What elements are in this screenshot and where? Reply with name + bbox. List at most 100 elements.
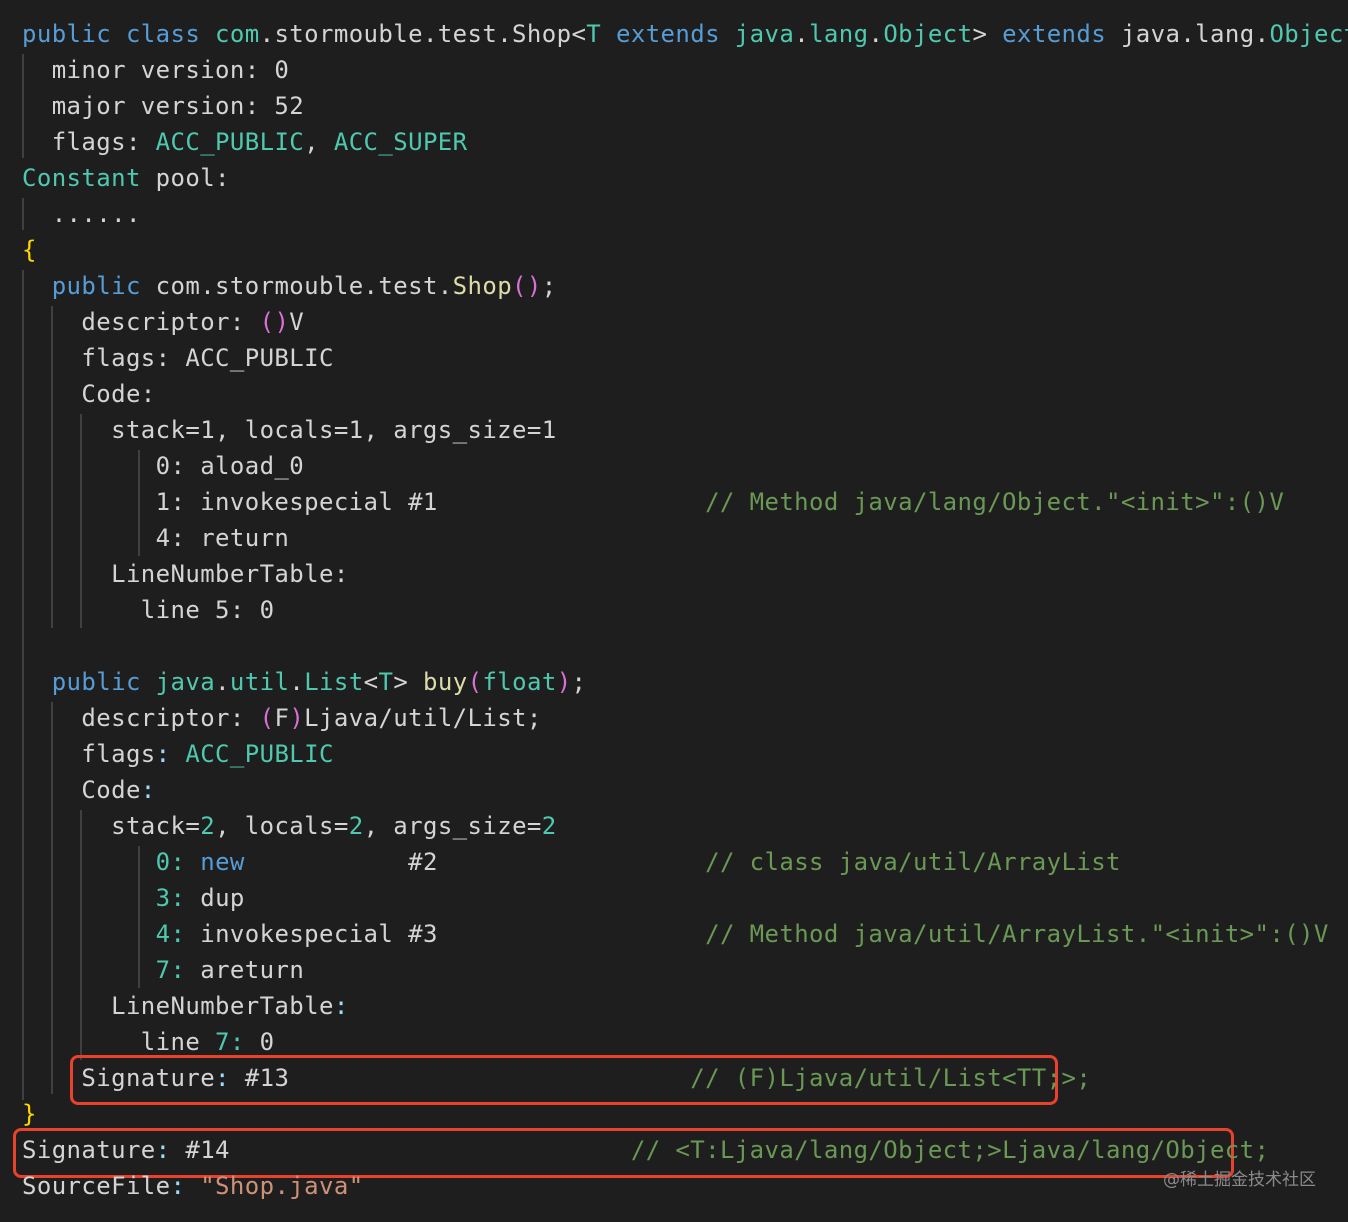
code-token: 1: invokespecial #1 <box>22 488 706 516</box>
code-token: 4: <box>155 920 201 948</box>
code-token: Signature <box>22 1064 216 1092</box>
code-line: SourceFile: "Shop.java" <box>22 1168 364 1204</box>
code-token: java.lang. <box>1120 20 1270 48</box>
code-line: flags: ACC_PUBLIC <box>22 340 334 376</box>
code-token: stack=1, locals=1, args_size=1 <box>22 416 557 444</box>
code-token: T <box>378 668 394 696</box>
code-token: 0: aload_0 <box>22 452 305 480</box>
code-token: ( <box>467 668 483 696</box>
code-token: . <box>794 20 810 48</box>
code-token: "Shop.java" <box>200 1172 364 1200</box>
code-token: .stormouble.test.Shop< <box>259 20 587 48</box>
watermark: @稀土掘金技术社区 <box>1163 1170 1316 1190</box>
code-token: #2 <box>244 848 706 876</box>
code-token: () <box>259 308 290 336</box>
code-viewer: public class com.stormouble.test.Shop<T … <box>0 0 1348 1222</box>
code-token: dup <box>200 884 245 912</box>
code-line: line 5: 0 <box>22 592 274 628</box>
code-token: : <box>155 740 186 768</box>
code-token: public <box>51 272 156 300</box>
code-token: java <box>155 668 216 696</box>
code-token: descriptor: <box>22 308 260 336</box>
code-token: > <box>972 20 1003 48</box>
code-token: 3: <box>155 884 201 912</box>
code-line: descriptor: (F)Ljava/util/List; <box>22 700 542 736</box>
code-token: 7: <box>215 1028 260 1056</box>
code-line: 0: new #2 // class java/util/ArrayList <box>22 844 1121 880</box>
code-token: 2 <box>200 812 216 840</box>
code-token: extends <box>1002 20 1121 48</box>
code-token: // <T:Ljava/lang/Object;>Ljava/lang/Obje… <box>630 1136 1270 1164</box>
code-token: 2 <box>348 812 364 840</box>
code-token: Object <box>883 20 973 48</box>
code-line: 4: invokespecial #3 // Method java/util/… <box>22 916 1329 952</box>
code-token: . <box>868 20 884 48</box>
code-token: , <box>304 128 334 156</box>
code-token: ) <box>556 668 572 696</box>
code-token: , args_size= <box>363 812 542 840</box>
code-token: : <box>215 1064 245 1092</box>
code-line: Code: <box>22 376 156 412</box>
code-line: public com.stormouble.test.Shop(); <box>22 268 557 304</box>
code-token: LineNumberTable: <box>22 560 349 588</box>
code-line: 3: dup <box>22 880 245 916</box>
code-token: 0 <box>259 1028 275 1056</box>
code-token: flags: <box>22 128 156 156</box>
code-token: { <box>22 236 37 264</box>
code-token: Shop <box>452 272 513 300</box>
code-token: invokespecial #3 <box>200 920 706 948</box>
code-token: ACC_PUBLIC <box>155 128 305 156</box>
code-token: public class <box>22 20 216 48</box>
code-line: } <box>22 1096 37 1132</box>
code-token: : <box>170 1172 201 1200</box>
code-line: Constant pool: <box>22 160 230 196</box>
code-line: flags: ACC_PUBLIC, ACC_SUPER <box>22 124 468 160</box>
code-token: // class java/util/ArrayList <box>705 848 1121 876</box>
code-line: 7: areturn <box>22 952 304 988</box>
code-token: > <box>393 668 424 696</box>
code-token: , locals= <box>215 812 349 840</box>
code-token: 7: <box>155 956 201 984</box>
code-token: Object <box>1269 20 1348 48</box>
code-line: Signature: #13 // (F)Ljava/util/List<TT;… <box>22 1060 1091 1096</box>
code-token: T <box>586 20 616 48</box>
code-token: Signature <box>22 1136 156 1164</box>
code-token: 2 <box>541 812 557 840</box>
code-token: float <box>482 668 557 696</box>
code-token: . <box>215 668 230 696</box>
code-token: flags <box>22 740 156 768</box>
code-line: stack=1, locals=1, args_size=1 <box>22 412 557 448</box>
code-token: ...... <box>22 200 141 228</box>
code-token: ACC_PUBLIC <box>185 740 334 768</box>
code-line: descriptor: ()V <box>22 304 304 340</box>
code-token: extends <box>616 20 735 48</box>
code-line: 4: return <box>22 520 289 556</box>
code-line: LineNumberTable: <box>22 556 349 592</box>
code-line: LineNumberTable: <box>22 988 349 1024</box>
code-token: < <box>363 668 379 696</box>
code-token: buy <box>423 668 468 696</box>
code-token: public <box>51 668 156 696</box>
code-token: major version: 52 <box>22 92 305 120</box>
code-token: () <box>512 272 542 300</box>
code-token: ( <box>259 704 275 732</box>
code-token: V <box>289 308 305 336</box>
code-token: : <box>155 1136 186 1164</box>
code-token: ; <box>541 272 557 300</box>
code-token: SourceFile <box>22 1172 171 1200</box>
code-token: // (F)Ljava/util/List<TT;>; <box>690 1064 1092 1092</box>
code-token: : <box>333 992 349 1020</box>
code-line: line 7: 0 <box>22 1024 274 1060</box>
code-token: line <box>22 1028 216 1056</box>
code-line: public class com.stormouble.test.Shop<T … <box>22 16 1348 52</box>
code-line: 0: aload_0 <box>22 448 304 484</box>
code-token: new <box>200 848 245 876</box>
code-token: F <box>274 704 290 732</box>
code-token: areturn <box>200 956 305 984</box>
code-token: #14 <box>185 1136 631 1164</box>
